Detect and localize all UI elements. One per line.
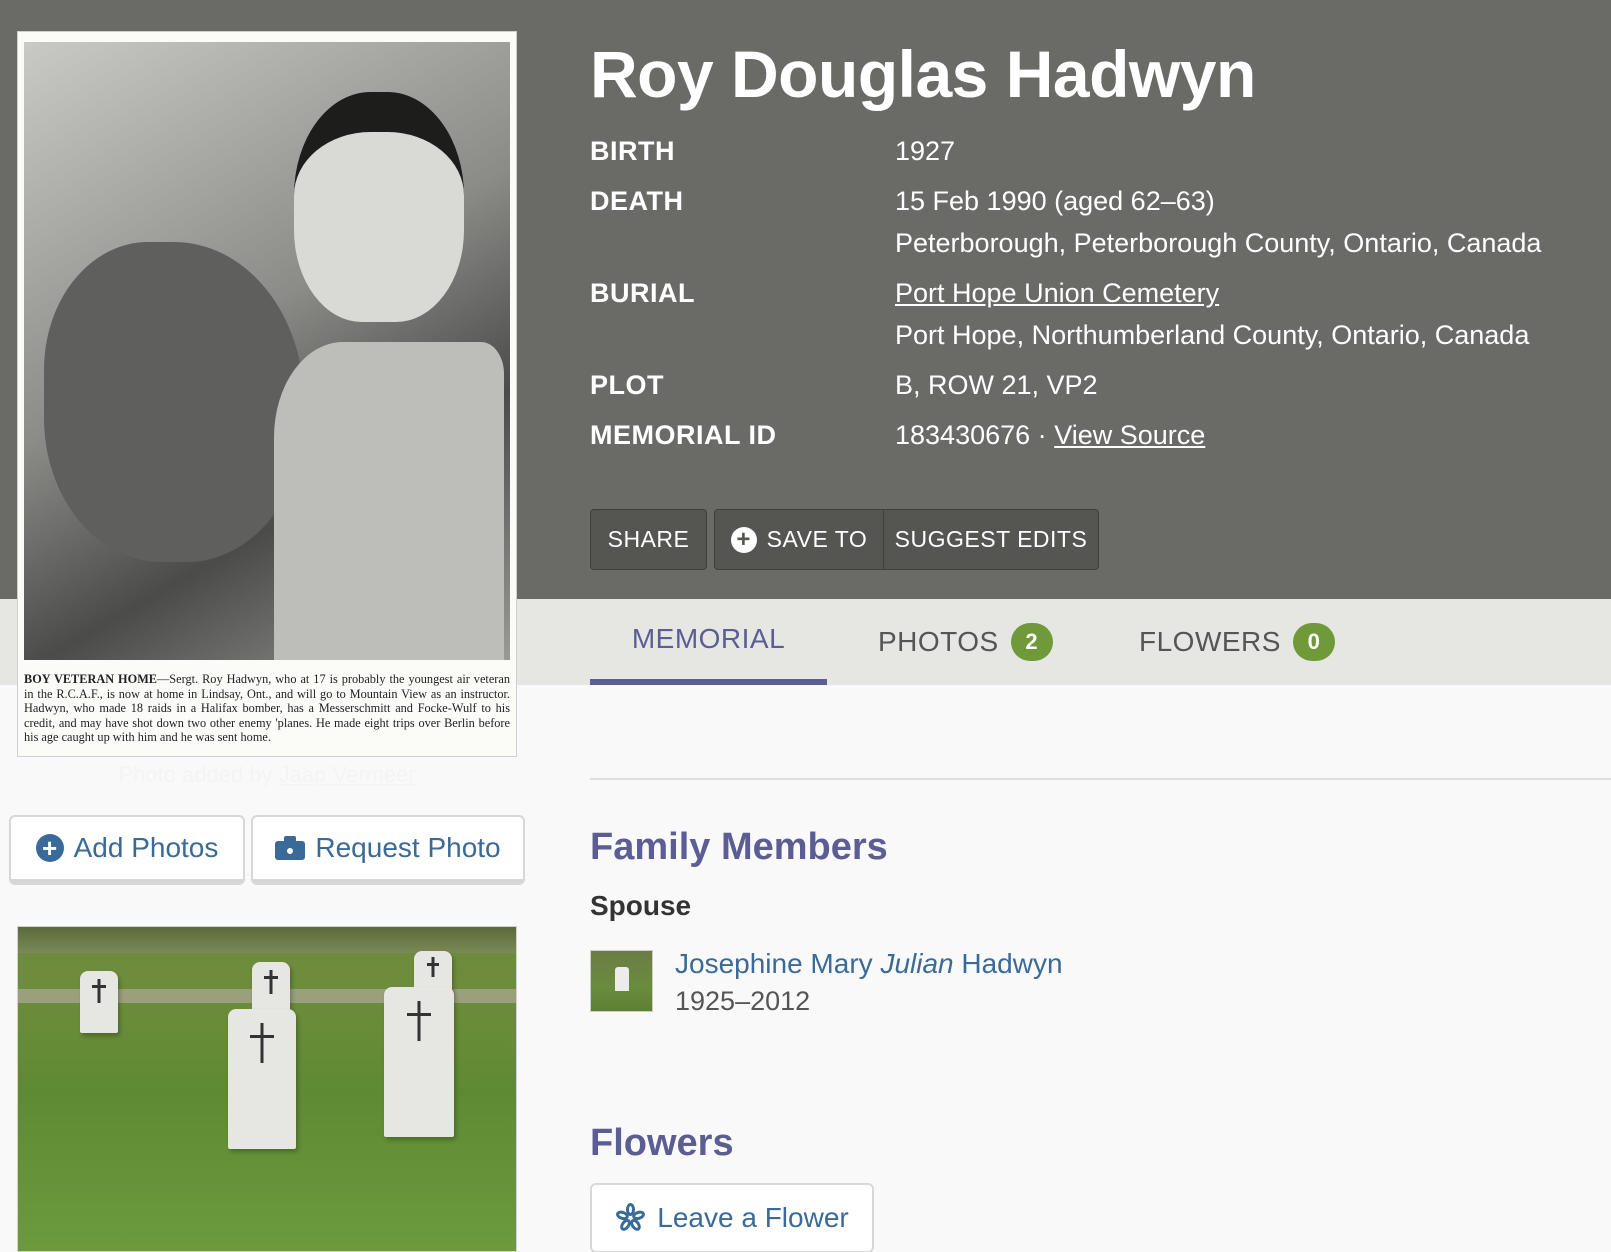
share-label: SHARE [607,526,690,552]
spouse-dates: 1925–2012 [675,986,811,1016]
leave-flower-label: Leave a Flower [657,1202,849,1233]
memorial-id-label: MEMORIAL ID [590,420,777,450]
headstone-roy [228,1009,296,1149]
spouse-label: Spouse [590,890,692,921]
plot-label: PLOT [590,370,664,400]
save-to-button[interactable]: + SAVE TO [714,509,884,570]
tab-flowers[interactable]: FLOWERS 0 [1139,599,1335,685]
flowers-heading: Flowers [590,1122,734,1164]
burial-cemetery: Port Hope Union Cemetery [895,278,1219,309]
plot-value: B, ROW 21, VP2 [895,370,1098,400]
request-photo-button[interactable]: Request Photo [251,815,525,885]
burial-place: Port Hope, Northumberland County, Ontari… [895,320,1530,350]
section-divider [590,778,1611,780]
tab-memorial-label: MEMORIAL [631,623,786,654]
family-members-heading: Family Members [590,826,888,868]
birth-label: BIRTH [590,136,675,166]
plus-circle-icon: + [730,526,757,553]
primary-photo[interactable]: BOY VETERAN HOME—Sergt. Roy Hadwyn, who … [17,31,517,757]
spouse-maiden-name: Julian [880,948,954,979]
flower-icon [615,1203,647,1233]
man-face [294,92,464,322]
leave-flower-button[interactable]: Leave a Flower [590,1183,874,1252]
tree-line [18,927,516,953]
tab-photos-label: PHOTOS [878,626,999,657]
add-photos-button[interactable]: + Add Photos [9,815,245,885]
plus-circle-icon: + [35,834,64,862]
add-photos-label: Add Photos [73,832,219,863]
burial-label: BURIAL [590,278,695,308]
photos-count-badge: 2 [1010,623,1053,661]
clipping-image [24,42,510,660]
tab-photos[interactable]: PHOTOS 2 [878,599,1053,685]
tab-memorial[interactable]: MEMORIAL [590,599,827,685]
headstone [80,971,118,1033]
clipping-caption: BOY VETERAN HOME—Sergt. Roy Hadwyn, who … [24,672,510,745]
suggest-edits-label: SUGGEST EDITS [894,526,1088,552]
suggest-edits-button[interactable]: SUGGEST EDITS [883,509,1099,570]
request-photo-label: Request Photo [315,832,501,863]
spouse-photo-thumbnail[interactable] [590,950,653,1012]
gravestone-photo[interactable] [17,926,517,1252]
spouse-link[interactable]: Josephine Mary Julian Hadwyn [675,948,1063,980]
memorial-id: 183430676 · View Source [895,420,1205,451]
tab-flowers-label: FLOWERS [1139,626,1281,657]
dog-figure [44,242,304,562]
headstone [384,987,454,1137]
page-title: Roy Douglas Hadwyn [590,37,1256,111]
view-source-link[interactable]: View Source [1054,420,1205,450]
spouse-last-name: Hadwyn [961,948,1063,979]
camera-icon [275,836,306,860]
photo-credit: Photo added by Jaap Vermeer [17,762,517,788]
flowers-count-badge: 0 [1292,623,1335,661]
cemetery-link[interactable]: Port Hope Union Cemetery [895,278,1219,308]
man-figure [274,342,504,660]
death-value: 15 Feb 1990 (aged 62–63) [895,186,1215,216]
death-place: Peterborough, Peterborough County, Ontar… [895,228,1542,258]
photo-credit-user-link[interactable]: Jaap Vermeer [279,762,416,787]
memorial-id-value: 183430676 [895,420,1031,450]
photo-credit-label: Photo added by [118,762,273,787]
clipping-caption-headline: BOY VETERAN HOME [24,672,157,686]
separator: · [1037,420,1047,450]
birth-value: 1927 [895,136,956,166]
death-label: DEATH [590,186,684,216]
spouse-first-names: Josephine Mary [675,948,873,979]
save-to-label: SAVE TO [766,526,868,552]
share-button[interactable]: SHARE [590,509,707,570]
